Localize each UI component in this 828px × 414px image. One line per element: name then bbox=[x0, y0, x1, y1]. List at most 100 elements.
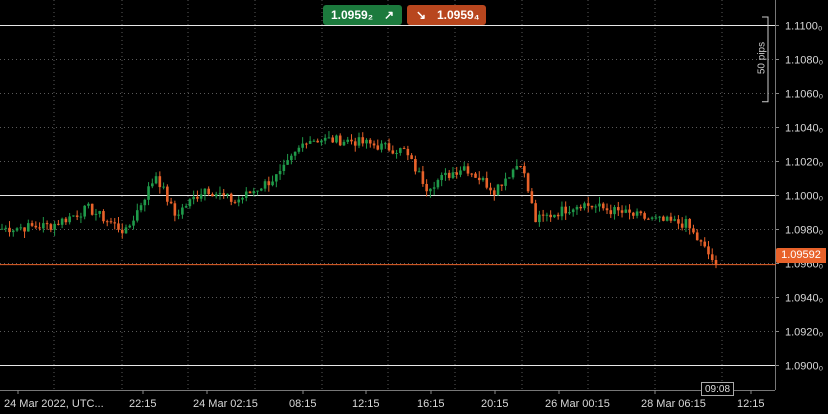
candle-body bbox=[459, 170, 462, 175]
candle-body bbox=[632, 212, 635, 216]
candle-body bbox=[331, 137, 334, 143]
candle-body bbox=[361, 137, 365, 144]
grid-lines bbox=[0, 0, 775, 390]
candle-body bbox=[323, 137, 327, 141]
candle-body bbox=[184, 206, 188, 208]
candle-body bbox=[57, 223, 60, 225]
candle-body bbox=[695, 232, 699, 241]
candle-body bbox=[564, 206, 567, 214]
candle-body bbox=[72, 215, 75, 217]
candles bbox=[0, 131, 718, 269]
candle-body bbox=[504, 178, 507, 186]
candle-body bbox=[342, 141, 346, 146]
candle-body bbox=[500, 184, 504, 186]
candle-body bbox=[511, 169, 515, 178]
candle-body bbox=[699, 240, 703, 242]
candle-body bbox=[139, 205, 143, 211]
candle-body bbox=[64, 218, 68, 223]
candle-body bbox=[429, 188, 432, 192]
candle-body bbox=[143, 199, 147, 206]
candle-body bbox=[301, 143, 304, 148]
candle-body bbox=[492, 190, 496, 195]
candle-body bbox=[665, 216, 669, 221]
candle-body bbox=[414, 159, 417, 172]
candle-body bbox=[346, 139, 350, 142]
candle-body bbox=[49, 224, 53, 230]
candle-body bbox=[575, 206, 579, 210]
candle-body bbox=[350, 139, 353, 142]
candle-body bbox=[710, 254, 714, 261]
candle-body bbox=[68, 216, 71, 223]
candle-body bbox=[252, 191, 256, 194]
candle-body bbox=[714, 260, 718, 265]
candle-body bbox=[658, 216, 661, 218]
candle-body bbox=[8, 227, 11, 233]
candle-body bbox=[372, 143, 376, 146]
candle-body bbox=[462, 166, 466, 171]
sell-button[interactable]: ↘ 1.0959₄ bbox=[407, 5, 486, 25]
price-tick-label: 1.1020₀ bbox=[785, 157, 823, 169]
candle-body bbox=[98, 211, 102, 214]
candle-body bbox=[105, 221, 109, 223]
candle-body bbox=[79, 216, 83, 218]
candle-body bbox=[365, 139, 368, 144]
candle-body bbox=[451, 172, 455, 178]
pips-ruler-label: 50 pips bbox=[756, 41, 768, 75]
candle-body bbox=[474, 173, 477, 178]
candle-body bbox=[11, 230, 15, 233]
candle-body bbox=[477, 177, 481, 181]
candle-body bbox=[643, 213, 646, 219]
candle-body bbox=[222, 193, 226, 196]
candle-body bbox=[203, 188, 207, 195]
candle-body bbox=[489, 187, 492, 191]
time-tick-label: 22:15 bbox=[129, 398, 157, 410]
buy-button[interactable]: 1.0959₂ ↗ bbox=[323, 5, 402, 25]
candle-body bbox=[297, 147, 301, 152]
candle-body bbox=[455, 172, 459, 175]
candle-body bbox=[669, 216, 673, 221]
arrow-down-right-icon: ↘ bbox=[416, 8, 427, 22]
candle-body bbox=[395, 152, 398, 154]
candle-body bbox=[19, 227, 23, 229]
candle-body bbox=[380, 143, 383, 150]
candle-body bbox=[117, 223, 120, 230]
candle-body bbox=[620, 210, 624, 213]
candle-body bbox=[169, 201, 173, 204]
price-chart[interactable]: 1.1100₀ 1.1080₀ 1.1060₀ 1.1040₀ 1.1020₀ 1.100… bbox=[0, 0, 828, 414]
candle-body bbox=[290, 155, 293, 161]
time-tick-label: 28 Mar 06:15 bbox=[641, 398, 706, 410]
candle-body bbox=[135, 210, 139, 221]
candle-body bbox=[196, 196, 199, 199]
candle-body bbox=[583, 203, 586, 209]
candle-body bbox=[376, 145, 380, 150]
candle-body bbox=[538, 214, 541, 223]
candle-body bbox=[94, 213, 98, 215]
candle-body bbox=[553, 214, 556, 218]
candle-body bbox=[384, 143, 387, 145]
price-tick-label: 1.1100₀ bbox=[785, 21, 822, 33]
candle-body bbox=[579, 206, 583, 209]
candle-body bbox=[406, 148, 410, 156]
price-tick-label: 1.1080₀ bbox=[785, 55, 823, 67]
candle-body bbox=[399, 148, 402, 153]
candle-body bbox=[481, 178, 485, 181]
candle-body bbox=[4, 227, 8, 229]
candle-body bbox=[391, 150, 395, 154]
candle-body bbox=[132, 220, 135, 226]
time-tick-label: 12:15 bbox=[737, 398, 765, 410]
candle-body bbox=[519, 166, 522, 168]
current-price-tag: 1.09592 bbox=[776, 248, 826, 263]
candle-body bbox=[556, 214, 560, 217]
candle-body bbox=[440, 175, 443, 181]
candle-body bbox=[680, 223, 684, 228]
candle-body bbox=[673, 219, 676, 221]
candle-body bbox=[90, 203, 94, 215]
candle-body bbox=[523, 166, 526, 174]
candle-body bbox=[650, 217, 654, 219]
candle-body bbox=[654, 217, 658, 219]
candle-body bbox=[598, 203, 601, 207]
candle-body bbox=[662, 216, 665, 221]
candle-body bbox=[447, 172, 451, 178]
candle-body bbox=[515, 166, 519, 170]
candle-body bbox=[549, 214, 552, 218]
